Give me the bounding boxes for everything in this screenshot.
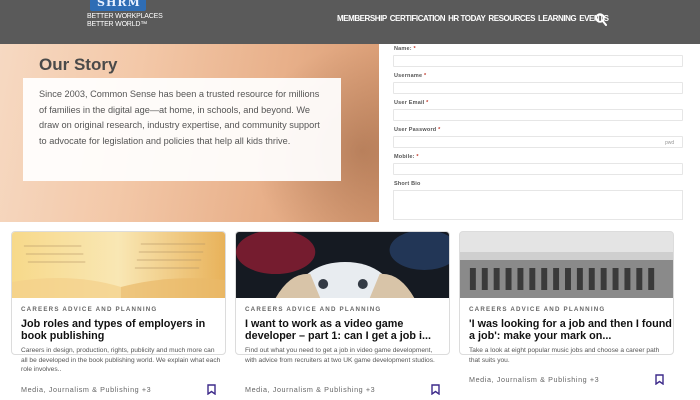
mobile-field[interactable] [393,163,683,175]
card-1-tags[interactable]: Media, Journalism & Publishing +3 [21,385,151,394]
card-3-description: Take a look at eight popular music jobs … [469,347,660,364]
logo-letters: SHRM [97,0,141,9]
card-3-category: CAREERS ADVICE AND PLANNING [469,306,606,313]
card-1-category: CAREERS ADVICE AND PLANNING [21,306,158,313]
nav-item-hr-today[interactable]: HR TODAY [448,14,486,26]
story-text: Since 2003, Common Sense has been a trus… [39,89,320,146]
card-2-description: Find out what you need to get a job in v… [245,347,435,364]
email-field[interactable] [393,109,683,121]
bio-field[interactable] [393,190,683,220]
bookmark-icon[interactable] [655,374,664,385]
name-field[interactable] [393,55,683,67]
card-image-music-studio [460,232,673,298]
password-label: User Password * [394,127,441,133]
card-2-title[interactable]: I want to work as a video game developer… [245,318,449,342]
password-field[interactable] [393,136,683,148]
nav-item-certification[interactable]: CERTIFICATION [390,14,446,26]
main-nav: MEMBERSHIP CERTIFICATION HR TODAY RESOUR… [337,14,609,26]
card-1-title[interactable]: Job roles and types of employers in book… [21,318,225,342]
password-strength-indicator: pwd [665,140,675,146]
tagline-line-1: BETTER WORKPLACES [87,13,163,20]
nav-item-membership[interactable]: MEMBERSHIP [337,14,387,26]
card-3-title[interactable]: 'I was looking for a job and then I foun… [469,318,673,342]
card-3-tags[interactable]: Media, Journalism & Publishing +3 [469,375,599,384]
bio-label: Short Bio [394,181,421,187]
tagline-line-2: BETTER WORLD™ [87,21,148,28]
card-2-category: CAREERS ADVICE AND PLANNING [245,306,382,313]
site-header: SHRM BETTER WORKPLACES BETTER WORLD™ MEM… [0,0,700,44]
card-2-tags[interactable]: Media, Journalism & Publishing +3 [245,385,375,394]
bookmark-icon[interactable] [207,384,216,395]
card-image-book [12,232,225,298]
search-icon[interactable] [595,13,607,26]
story-title: Our Story [39,55,118,74]
email-label: User Email * [394,100,429,106]
name-label: Name: * [394,46,416,52]
bookmark-icon[interactable] [431,384,440,395]
card-1-description: Careers in design, production, rights, p… [21,347,221,374]
nav-item-learning[interactable]: LEARNING [538,14,577,26]
card-image-gamepad [236,232,449,298]
mobile-label: Mobile: * [394,154,419,160]
logo-tagline: BETTER WORKPLACES BETTER WORLD™ [87,13,163,29]
username-label: Username * [394,73,427,79]
username-field[interactable] [393,82,683,94]
nav-item-resources[interactable]: RESOURCES [488,14,535,26]
